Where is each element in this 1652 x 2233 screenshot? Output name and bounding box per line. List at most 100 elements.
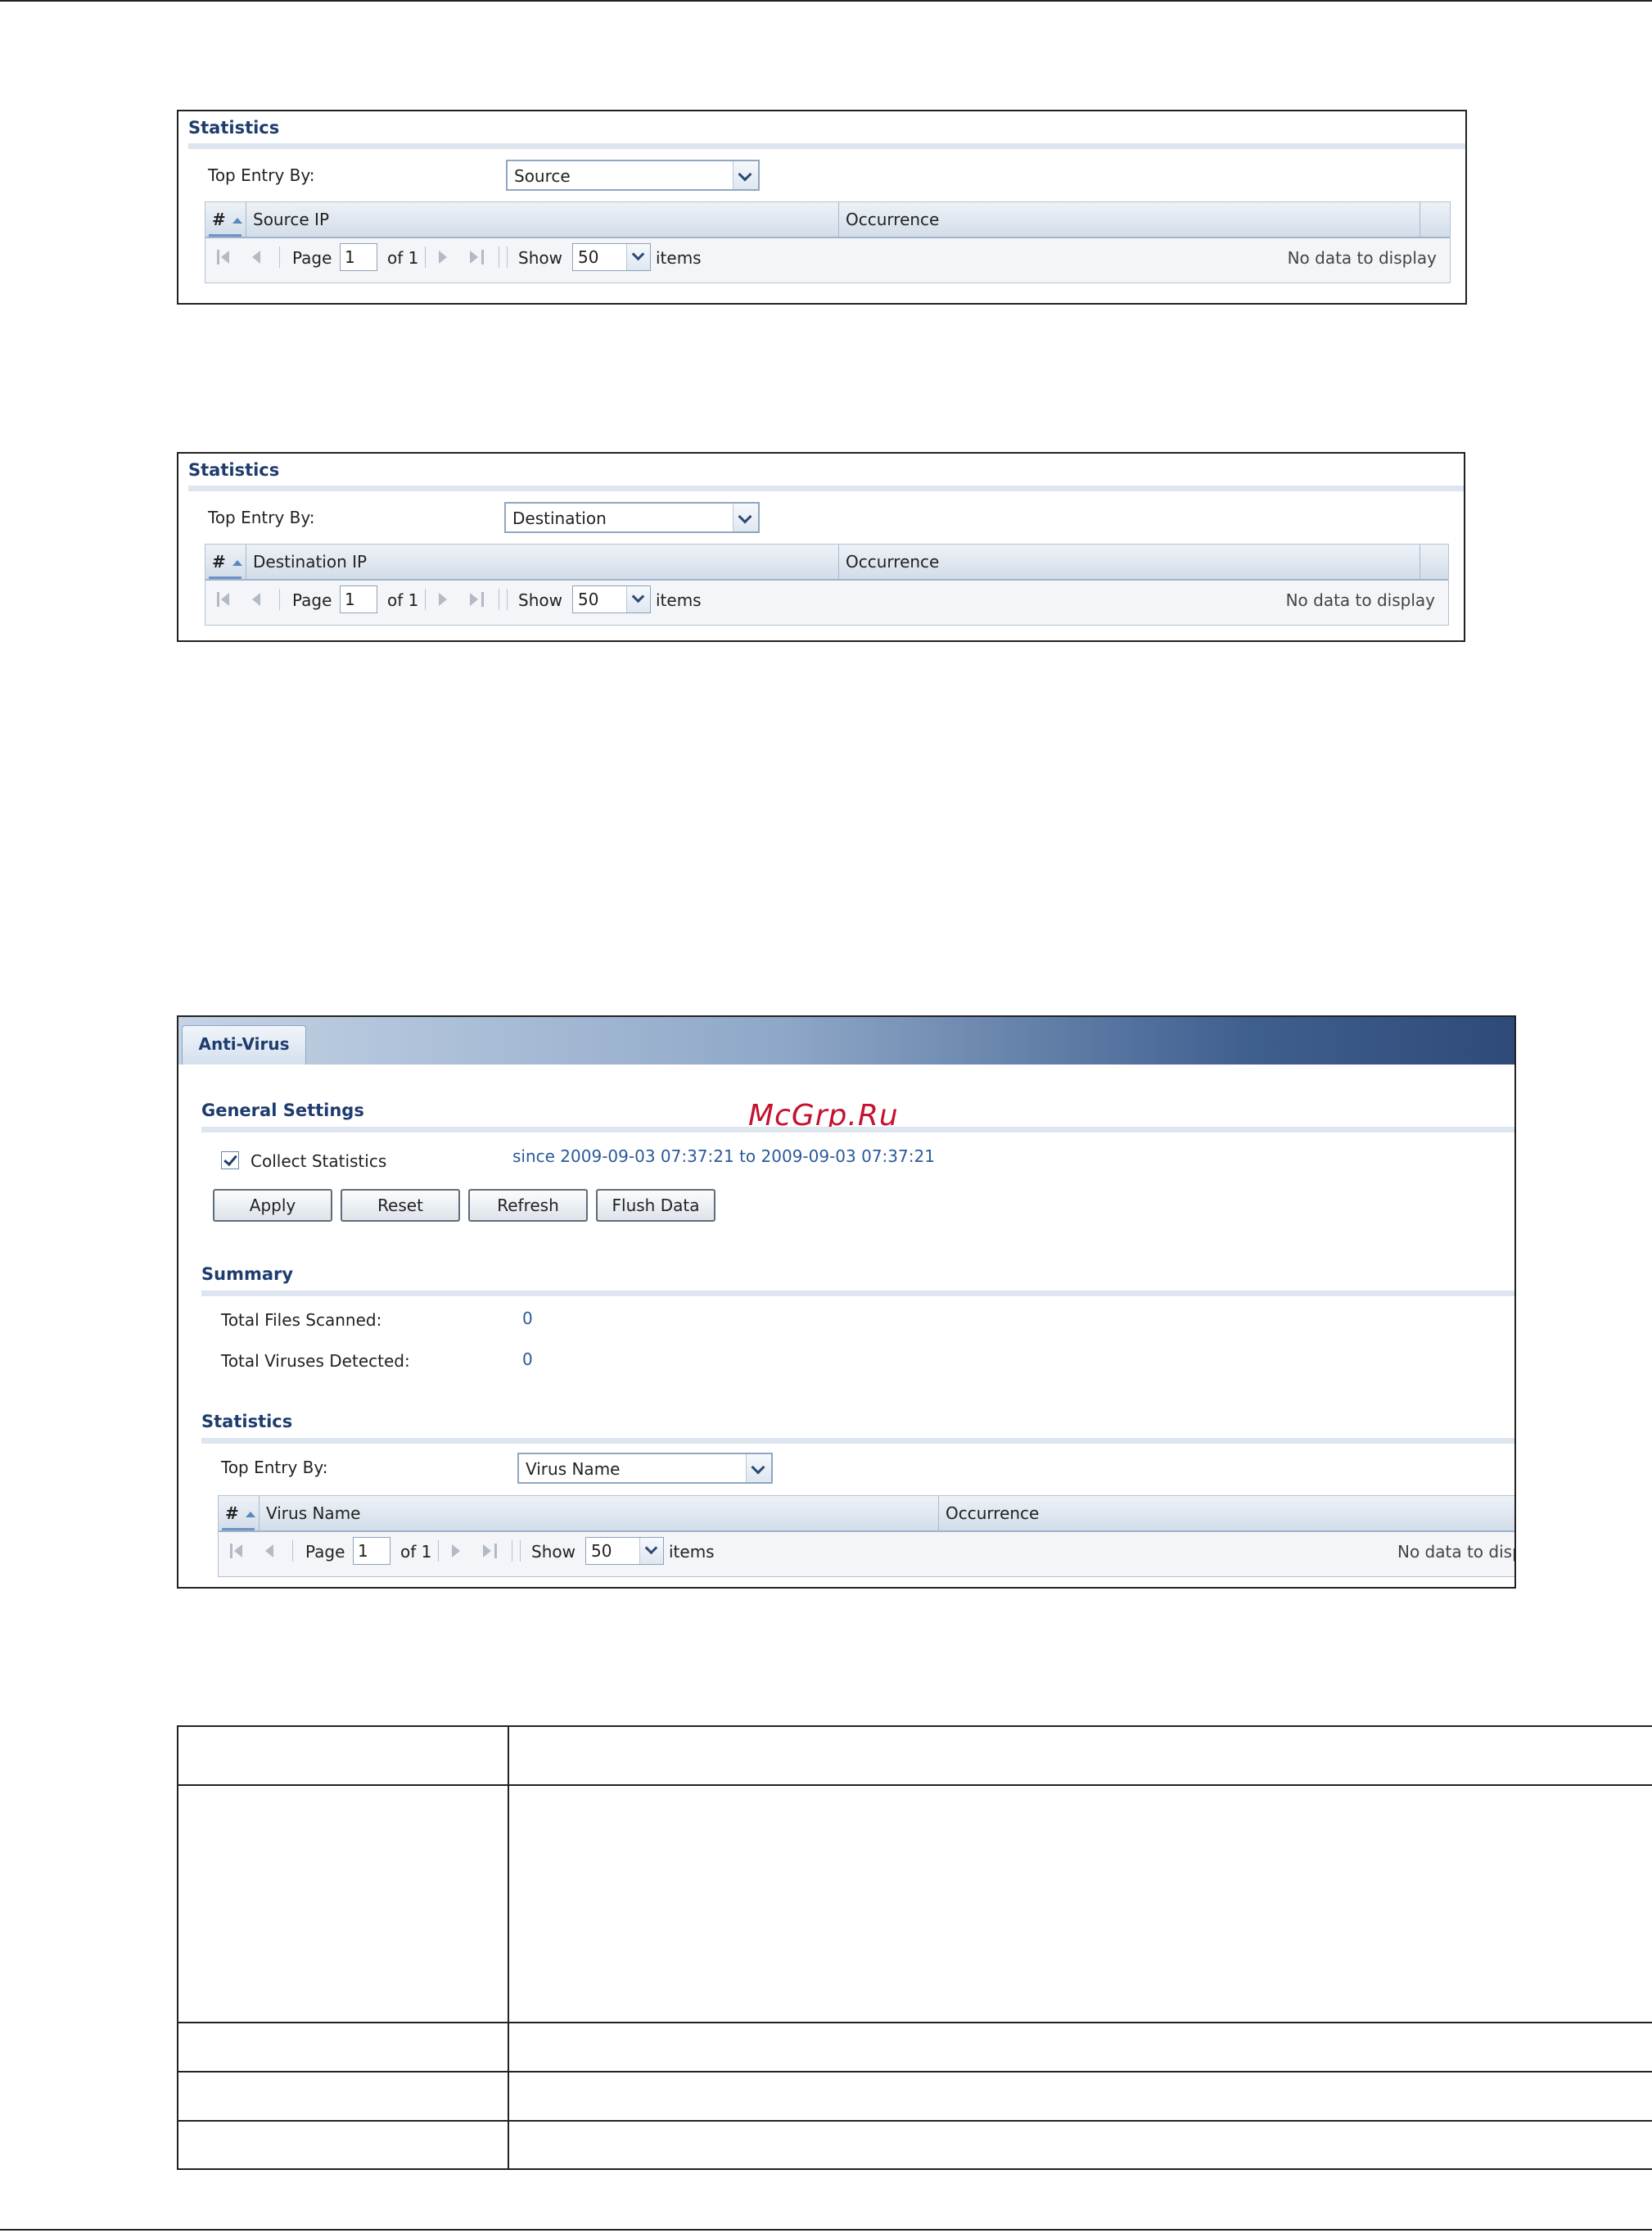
next-page-icon[interactable]	[436, 250, 451, 264]
page-count: of 1	[387, 248, 419, 268]
first-page-icon[interactable]	[217, 250, 232, 264]
chevron-down-icon[interactable]	[733, 161, 758, 189]
pager-separator	[279, 246, 280, 268]
first-page-icon[interactable]	[230, 1544, 245, 1558]
top-entry-select[interactable]: Virus Name	[517, 1453, 773, 1484]
bottom-rule	[0, 2229, 1652, 2231]
column-header-number[interactable]: #	[219, 1496, 260, 1530]
page-size-select[interactable]: 50	[572, 243, 651, 271]
page-label: Page	[292, 248, 332, 268]
empty-message: No data to disp	[1397, 1542, 1516, 1562]
tab-anti-virus[interactable]: Anti-Virus	[182, 1025, 306, 1065]
section-divider	[201, 1291, 1514, 1296]
refresh-button[interactable]: Refresh	[468, 1189, 588, 1222]
top-rule	[0, 0, 1652, 2]
column-header-destination-ip[interactable]: Destination IP	[246, 545, 839, 579]
show-label: Show	[518, 248, 562, 268]
chevron-down-icon[interactable]	[733, 504, 758, 531]
table-border	[177, 2168, 1652, 2170]
statistics-panel-source: Statistics Top Entry By: Source # Source…	[177, 110, 1467, 305]
reset-button[interactable]: Reset	[341, 1189, 460, 1222]
column-header-occurrence[interactable]: Occurrence	[839, 202, 1420, 237]
table-border	[177, 2071, 1652, 2073]
next-page-icon[interactable]	[449, 1544, 464, 1558]
pager-separator	[425, 246, 426, 268]
anti-virus-panel: Anti-Virus McGrp.Ru General Settings Col…	[177, 1015, 1516, 1589]
column-header-virus-name[interactable]: Virus Name	[260, 1496, 939, 1530]
show-label: Show	[518, 590, 562, 610]
empty-message: No data to display	[1287, 248, 1437, 268]
previous-page-icon[interactable]	[250, 250, 264, 264]
pager-separator	[425, 589, 426, 610]
items-label: items	[669, 1542, 715, 1562]
pager-separator	[438, 1540, 439, 1562]
sort-ascending-icon	[232, 218, 242, 224]
previous-page-icon[interactable]	[250, 592, 264, 607]
total-viruses-detected-label: Total Viruses Detected:	[221, 1351, 410, 1371]
pager-separator	[520, 1540, 521, 1562]
grid-header: # Virus Name Occurrence	[219, 1496, 1514, 1532]
column-header-occurrence[interactable]: Occurrence	[939, 1496, 1514, 1530]
statistics-title: Statistics	[201, 1412, 293, 1431]
chevron-down-icon[interactable]	[626, 586, 650, 612]
next-page-icon[interactable]	[436, 592, 451, 607]
summary-title: Summary	[201, 1264, 294, 1284]
page-label: Page	[292, 590, 332, 610]
last-page-icon[interactable]	[469, 592, 484, 607]
last-page-icon[interactable]	[469, 250, 484, 264]
sort-ascending-icon	[232, 560, 242, 566]
chevron-down-icon[interactable]	[626, 244, 650, 270]
total-files-scanned-value: 0	[522, 1309, 533, 1328]
page-number-input[interactable]: 1	[340, 585, 377, 613]
show-label: Show	[531, 1542, 575, 1562]
collection-period: since 2009-09-03 07:37:21 to 2009-09-03 …	[512, 1146, 935, 1166]
items-label: items	[656, 590, 702, 610]
pager-separator	[292, 1540, 293, 1562]
table-border	[177, 1784, 1652, 1786]
top-entry-value: Source	[514, 166, 571, 186]
pager-toolbar: Page 1 of 1 Show 50 items No data to dis…	[219, 1532, 1516, 1576]
pager-separator	[507, 246, 508, 268]
flush-data-button[interactable]: Flush Data	[596, 1189, 715, 1222]
page-label: Page	[305, 1542, 345, 1562]
statistics-grid: # Virus Name Occurrence Page 1 of 1 Show…	[218, 1495, 1516, 1577]
table-border	[508, 1725, 509, 2170]
page-size-select[interactable]: 50	[572, 585, 651, 613]
column-header-number[interactable]: #	[205, 202, 246, 237]
total-files-scanned-label: Total Files Scanned:	[221, 1310, 382, 1330]
statistics-grid: # Destination IP Occurrence Page 1 of 1 …	[205, 544, 1449, 626]
tab-strip: Anti-Virus	[178, 1017, 1514, 1065]
top-entry-label: Top Entry By:	[221, 1458, 328, 1477]
collect-statistics-checkbox[interactable]	[221, 1151, 239, 1169]
top-entry-select[interactable]: Destination	[504, 502, 760, 533]
section-divider	[188, 143, 1465, 149]
chevron-down-icon[interactable]	[746, 1454, 771, 1482]
column-header-occurrence[interactable]: Occurrence	[839, 545, 1420, 579]
table-border	[177, 1725, 1652, 1727]
page-size-select[interactable]: 50	[585, 1537, 664, 1565]
chevron-down-icon[interactable]	[639, 1538, 663, 1564]
empty-message: No data to display	[1285, 590, 1435, 610]
page-number-input[interactable]: 1	[353, 1537, 390, 1565]
apply-button[interactable]: Apply	[213, 1189, 332, 1222]
items-label: items	[656, 248, 702, 268]
sort-indicator	[209, 234, 241, 237]
pager-separator	[279, 589, 280, 610]
page-number-input[interactable]: 1	[340, 243, 377, 271]
statistics-panel-destination: Statistics Top Entry By: Destination # D…	[177, 452, 1465, 642]
general-settings-title: General Settings	[201, 1101, 364, 1120]
first-page-icon[interactable]	[217, 592, 232, 607]
page-count: of 1	[400, 1542, 432, 1562]
grid-header: # Destination IP Occurrence	[205, 545, 1448, 581]
grid-header: # Source IP Occurrence	[205, 202, 1450, 238]
top-entry-select[interactable]: Source	[506, 160, 760, 191]
last-page-icon[interactable]	[482, 1544, 497, 1558]
section-divider	[201, 1127, 1514, 1132]
previous-page-icon[interactable]	[263, 1544, 278, 1558]
column-header-number[interactable]: #	[205, 545, 246, 579]
pager-separator	[507, 589, 508, 610]
statistics-grid: # Source IP Occurrence Page 1 of 1 Show …	[205, 201, 1451, 283]
sort-indicator	[222, 1528, 255, 1530]
column-header-source-ip[interactable]: Source IP	[246, 202, 839, 237]
top-entry-value: Destination	[512, 509, 607, 528]
